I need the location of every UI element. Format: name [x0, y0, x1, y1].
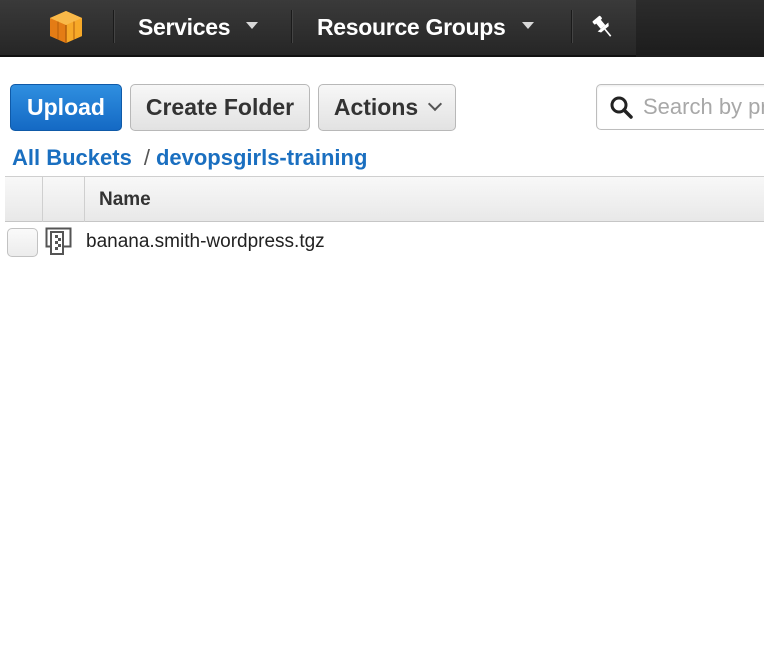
icon-column-header	[43, 177, 85, 222]
file-name-link[interactable]: banana.smith-wordpress.tgz	[86, 231, 325, 253]
nav-right-area	[636, 0, 764, 57]
aws-cube-icon[interactable]	[48, 10, 84, 44]
caret-down-icon	[521, 22, 534, 30]
table-row[interactable]: banana.smith-wordpress.tgz	[5, 222, 764, 260]
search-input[interactable]	[643, 93, 764, 121]
actions-dropdown-button[interactable]: Actions	[318, 84, 456, 131]
upload-button[interactable]: Upload	[10, 84, 122, 131]
resource-groups-menu[interactable]: Resource Groups	[317, 14, 534, 42]
search-icon	[610, 96, 633, 119]
nav-divider	[291, 10, 293, 43]
archive-file-icon	[45, 227, 72, 255]
pin-icon[interactable]	[591, 14, 615, 40]
resource-groups-label: Resource Groups	[317, 14, 506, 40]
select-column-header	[5, 177, 43, 222]
file-table-header: Name	[5, 176, 764, 222]
services-menu[interactable]: Services	[138, 14, 259, 42]
search-box[interactable]	[596, 84, 764, 130]
services-label: Services	[138, 14, 231, 40]
top-navigation-bar: Services Resource Groups	[0, 0, 764, 57]
nav-divider	[113, 10, 115, 43]
actions-button-label: Actions	[333, 94, 419, 120]
row-checkbox[interactable]	[7, 228, 38, 257]
upload-button-label: Upload	[27, 94, 105, 120]
create-folder-button-label: Create Folder	[145, 94, 295, 120]
chevron-down-icon	[428, 96, 443, 111]
create-folder-button[interactable]: Create Folder	[130, 84, 310, 131]
breadcrumb-bucket-link[interactable]: devopsgirls-training	[156, 145, 367, 170]
breadcrumb-all-buckets-link[interactable]: All Buckets	[12, 145, 132, 170]
nav-divider	[571, 10, 573, 43]
caret-down-icon	[246, 22, 259, 30]
name-column-header[interactable]: Name	[85, 177, 764, 222]
breadcrumb-separator: /	[143, 145, 150, 170]
breadcrumb: All Buckets / devopsgirls-training	[12, 145, 367, 173]
